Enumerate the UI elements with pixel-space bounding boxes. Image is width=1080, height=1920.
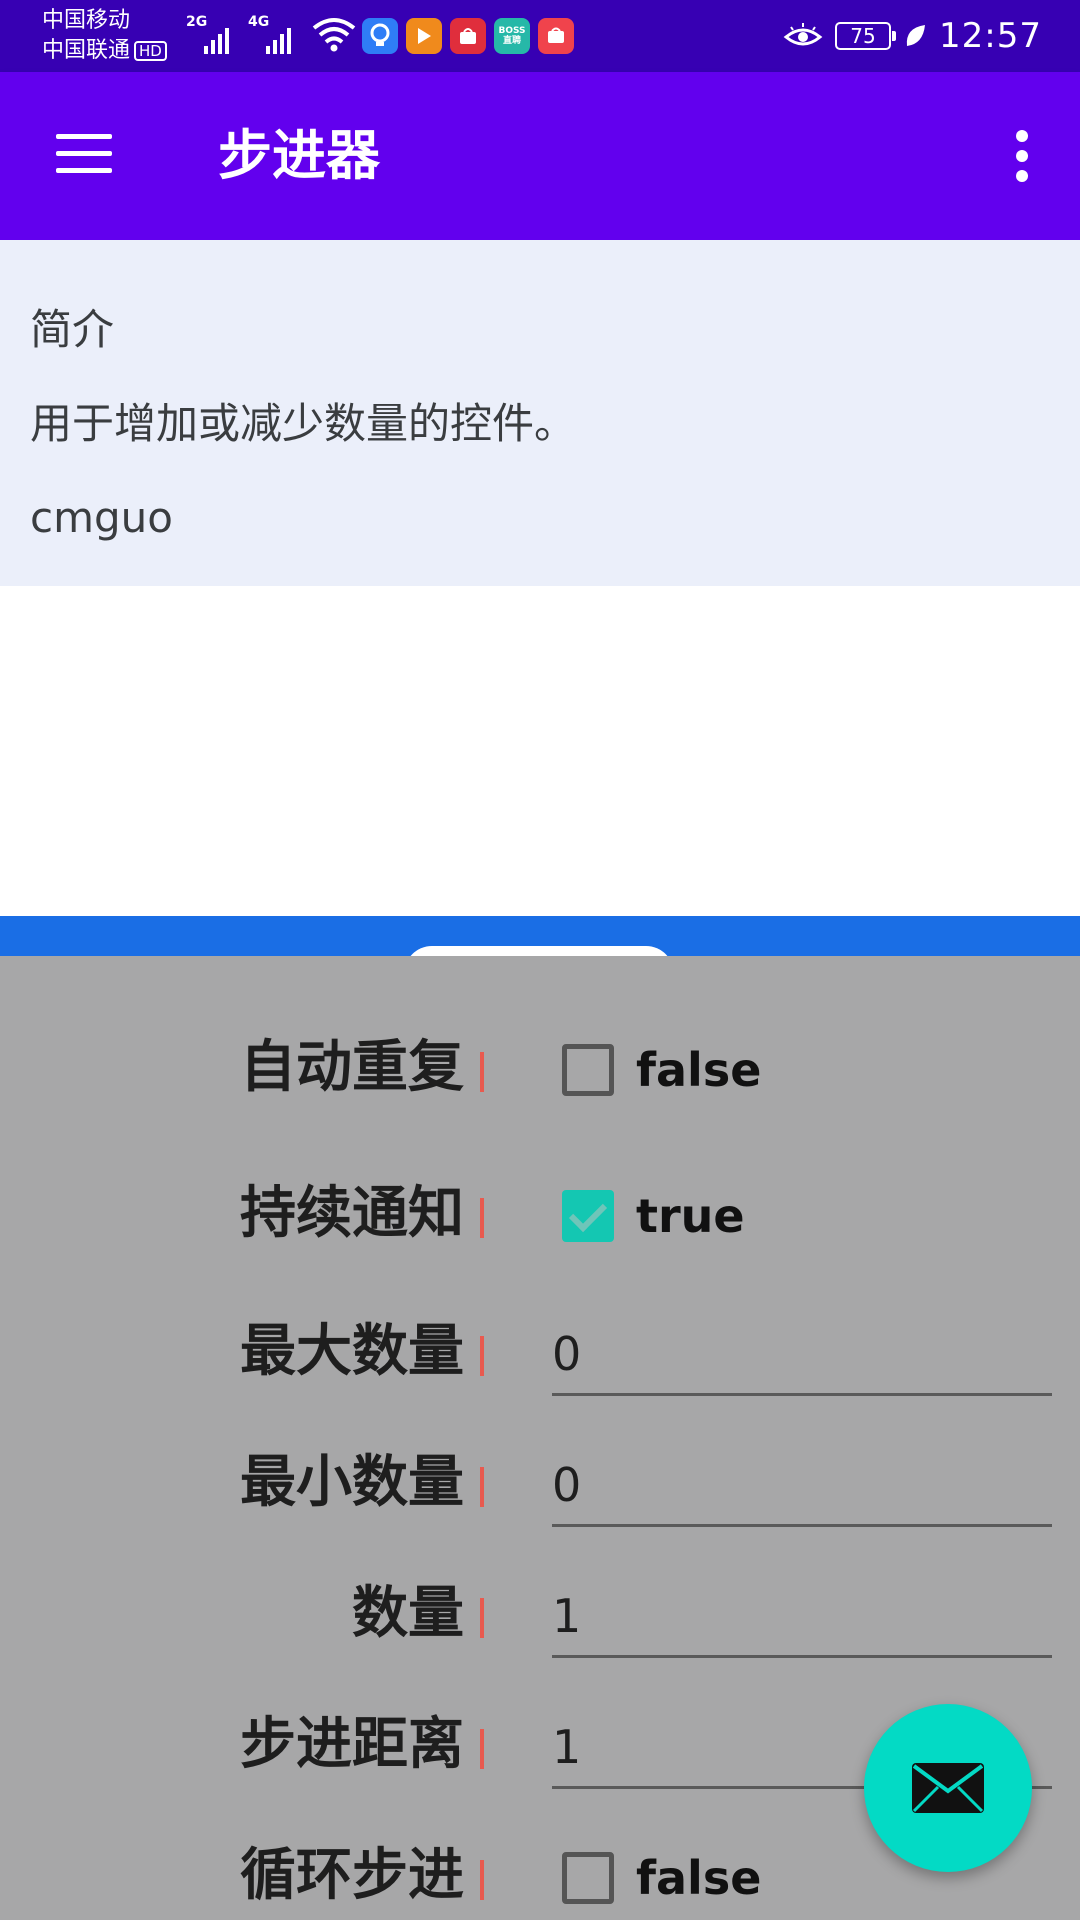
- eye-comfort-icon: [783, 23, 823, 46]
- auto-repeat-checkbox[interactable]: [562, 1044, 614, 1096]
- label-divider: [480, 1598, 484, 1638]
- video-app-icon: [406, 18, 442, 54]
- continuous-notify-label: 持续通知: [240, 1181, 464, 1246]
- carrier-2: 中国联通: [42, 38, 131, 63]
- intro-heading: 简介: [30, 305, 115, 354]
- label-divider: [480, 1336, 484, 1376]
- wifi-icon: [312, 18, 356, 52]
- loop-step-label: 循环步进: [240, 1843, 464, 1908]
- continuous-notify-value: true: [636, 1189, 745, 1243]
- carrier-info: 中国移动 中国联通 HD: [42, 6, 167, 66]
- hd-badge: HD: [134, 41, 167, 61]
- property-row-max-count: 最大数量 0: [0, 1312, 1080, 1396]
- status-bar: 中国移动 中国联通 HD 2G 4G BOSS直聘 75 12:57: [0, 0, 1080, 72]
- huawei-app-icon: [538, 18, 574, 54]
- lightbulb-app-icon: [362, 18, 398, 54]
- continuous-notify-checkbox[interactable]: [562, 1190, 614, 1242]
- label-divider: [480, 1052, 484, 1092]
- count-input[interactable]: 1: [552, 1574, 1052, 1658]
- intro-description: 用于增加或减少数量的控件。: [30, 399, 577, 448]
- count-label: 数量: [352, 1581, 464, 1646]
- property-row-count: 数量 1: [0, 1574, 1080, 1658]
- property-row-auto-repeat: 自动重复 false: [0, 1028, 1080, 1108]
- mail-fab-button[interactable]: [864, 1704, 1032, 1872]
- label-divider: [480, 1860, 484, 1900]
- more-options-icon[interactable]: [1014, 130, 1030, 182]
- step-distance-label: 步进距离: [240, 1712, 464, 1777]
- mail-icon: [912, 1763, 984, 1813]
- label-divider: [480, 1467, 484, 1507]
- boss-app-icon: BOSS直聘: [494, 18, 530, 54]
- label-divider: [480, 1729, 484, 1769]
- app-bar: 步进器: [0, 72, 1080, 240]
- min-count-input[interactable]: 0: [552, 1443, 1052, 1527]
- property-row-min-count: 最小数量 0: [0, 1443, 1080, 1527]
- max-count-label: 最大数量: [240, 1319, 464, 1384]
- property-row-continuous-notify: 持续通知 true: [0, 1174, 1080, 1254]
- loop-step-checkbox[interactable]: [562, 1852, 614, 1904]
- page-title: 步进器: [218, 124, 380, 187]
- auto-repeat-value: false: [636, 1043, 762, 1097]
- leaf-icon: [906, 25, 926, 46]
- tmall-app-icon: [450, 18, 486, 54]
- max-count-input[interactable]: 0: [552, 1312, 1052, 1396]
- clock: 12:57: [939, 16, 1042, 56]
- min-count-label: 最小数量: [240, 1450, 464, 1515]
- intro-card: 简介 用于增加或减少数量的控件。 cmguo: [0, 240, 1080, 586]
- battery-icon: 75: [835, 22, 897, 50]
- intro-author: cmguo: [30, 493, 173, 542]
- auto-repeat-label: 自动重复: [240, 1035, 464, 1100]
- loop-step-value: false: [636, 1851, 762, 1905]
- carrier-1: 中国移动: [42, 8, 131, 33]
- label-divider: [480, 1198, 484, 1238]
- menu-icon[interactable]: [56, 134, 112, 174]
